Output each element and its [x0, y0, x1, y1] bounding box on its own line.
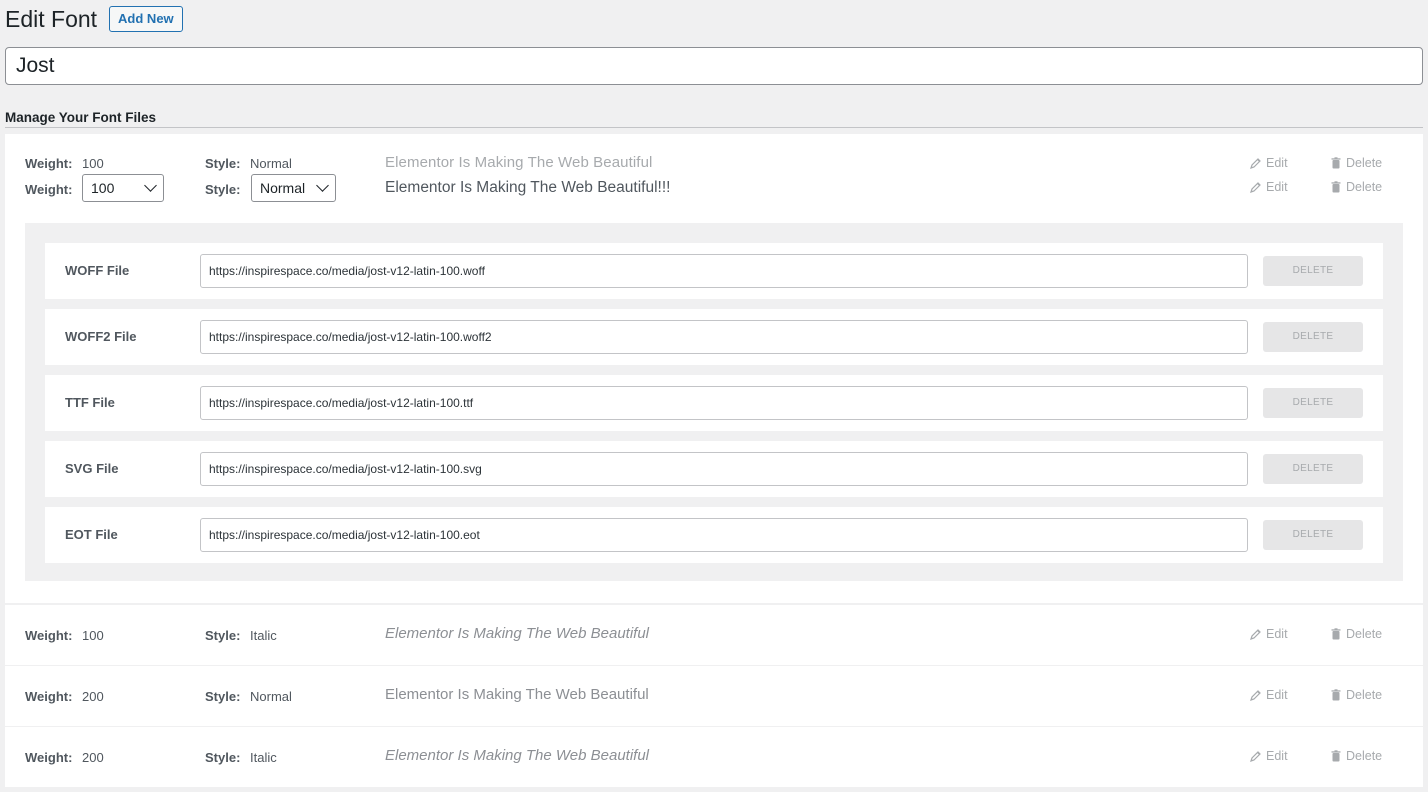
style-label: Style:	[205, 628, 241, 643]
file-label: EOT File	[65, 527, 118, 542]
style-select[interactable]: Normal	[251, 174, 336, 202]
file-row-svg: SVG File https://inspirespace.co/media/j…	[45, 441, 1383, 497]
pencil-icon	[1250, 690, 1261, 701]
file-delete-button[interactable]: DELETE	[1263, 388, 1363, 418]
weight-label: Weight:	[25, 750, 73, 765]
weight-value: 100	[82, 628, 104, 643]
font-variant-row[interactable]: Weight: 200 Style: Italic Elementor Is M…	[5, 727, 1423, 787]
file-delete-button[interactable]: DELETE	[1263, 520, 1363, 550]
edit-label: Edit	[1266, 749, 1288, 763]
add-new-button[interactable]: Add New	[109, 6, 183, 32]
trash-icon	[1331, 157, 1341, 169]
delete-label: Delete	[1346, 180, 1383, 194]
style-value: Normal	[250, 689, 292, 704]
style-value: Italic	[250, 628, 277, 643]
edit-label: Edit	[1266, 688, 1288, 702]
style-value: Normal	[250, 156, 292, 171]
weight-label: Weight:	[25, 156, 73, 171]
font-preview-regular: Elementor Is Making The Web Beautiful!!!	[385, 179, 671, 196]
weight-value: 200	[82, 750, 104, 765]
font-variant-row[interactable]: Weight: 100 Style: Italic Elementor Is M…	[5, 605, 1423, 665]
edit-label: Edit	[1266, 180, 1288, 194]
page-header: Edit Font Add New	[5, 5, 183, 33]
file-label: SVG File	[65, 461, 119, 476]
font-variant-expanded: Weight: 100 Style: Normal Weight: 100 St…	[5, 134, 1423, 603]
font-variant-row[interactable]: Weight: 200 Style: Normal Elementor Is M…	[5, 666, 1423, 726]
delete-link[interactable]: Delete	[1330, 156, 1382, 170]
pencil-icon	[1250, 158, 1261, 169]
file-delete-button[interactable]: DELETE	[1263, 322, 1363, 352]
pencil-icon	[1250, 751, 1261, 762]
delete-link[interactable]: Delete	[1330, 627, 1382, 641]
trash-icon	[1331, 628, 1341, 640]
delete-label: Delete	[1346, 156, 1383, 170]
file-delete-button[interactable]: DELETE	[1263, 256, 1363, 286]
delete-link[interactable]: Delete	[1330, 749, 1382, 763]
file-label: WOFF2 File	[65, 329, 137, 344]
delete-link[interactable]: Delete	[1330, 688, 1382, 702]
style-label: Style:	[205, 750, 241, 765]
edit-link[interactable]: Edit	[1250, 749, 1288, 763]
delete-label: Delete	[1346, 749, 1383, 763]
style-select-label: Style:	[205, 182, 241, 197]
style-select-value: Normal	[260, 180, 306, 196]
file-row-eot: EOT File https://inspirespace.co/media/j…	[45, 507, 1383, 563]
font-preview: Elementor Is Making The Web Beautiful	[385, 625, 650, 642]
weight-label: Weight:	[25, 628, 73, 643]
trash-icon	[1331, 750, 1341, 762]
edit-link[interactable]: Edit	[1250, 180, 1288, 194]
edit-label: Edit	[1266, 156, 1288, 170]
file-row-ttf: TTF File https://inspirespace.co/media/j…	[45, 375, 1383, 431]
font-preview-light: Elementor Is Making The Web Beautiful	[385, 154, 653, 171]
style-label: Style:	[205, 689, 241, 704]
font-files-panel: WOFF File https://inspirespace.co/media/…	[25, 223, 1403, 581]
file-url-input[interactable]: https://inspirespace.co/media/jost-v12-l…	[200, 518, 1248, 552]
style-value: Italic	[250, 750, 277, 765]
trash-icon	[1331, 689, 1341, 701]
weight-select[interactable]: 100	[82, 174, 164, 202]
file-url-input[interactable]: https://inspirespace.co/media/jost-v12-l…	[200, 386, 1248, 420]
edit-link[interactable]: Edit	[1250, 156, 1288, 170]
chevron-down-icon	[316, 179, 329, 192]
weight-value: 100	[82, 156, 104, 171]
delete-label: Delete	[1346, 688, 1383, 702]
font-preview: Elementor Is Making The Web Beautiful	[385, 747, 650, 764]
page-title: Edit Font	[5, 5, 98, 32]
edit-link[interactable]: Edit	[1250, 688, 1288, 702]
file-url-input[interactable]: https://inspirespace.co/media/jost-v12-l…	[200, 320, 1248, 354]
file-label: WOFF File	[65, 263, 130, 278]
delete-label: Delete	[1346, 627, 1383, 641]
section-title: Manage Your Font Files	[5, 110, 157, 125]
pencil-icon	[1250, 629, 1261, 640]
file-delete-button[interactable]: DELETE	[1263, 454, 1363, 484]
pencil-icon	[1250, 182, 1261, 193]
file-row-woff2: WOFF2 File https://inspirespace.co/media…	[45, 309, 1383, 365]
style-label: Style:	[205, 156, 241, 171]
font-preview: Elementor Is Making The Web Beautiful	[385, 686, 649, 703]
file-url-input[interactable]: https://inspirespace.co/media/jost-v12-l…	[200, 254, 1248, 288]
edit-link[interactable]: Edit	[1250, 627, 1288, 641]
delete-link[interactable]: Delete	[1330, 180, 1382, 194]
section-divider	[5, 127, 1423, 128]
weight-value: 200	[82, 689, 104, 704]
edit-label: Edit	[1266, 627, 1288, 641]
weight-label: Weight:	[25, 689, 73, 704]
file-row-woff: WOFF File https://inspirespace.co/media/…	[45, 243, 1383, 299]
weight-select-label: Weight:	[25, 182, 73, 197]
weight-select-value: 100	[91, 180, 115, 196]
chevron-down-icon	[144, 179, 157, 192]
file-url-input[interactable]: https://inspirespace.co/media/jost-v12-l…	[200, 452, 1248, 486]
trash-icon	[1331, 181, 1341, 193]
file-label: TTF File	[65, 395, 115, 410]
font-name-input[interactable]: Jost	[5, 47, 1423, 85]
